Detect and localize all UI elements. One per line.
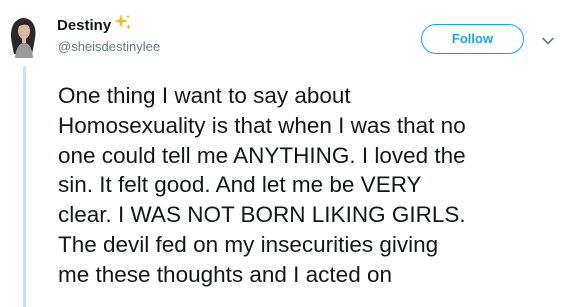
tweet-text: One thing I want to say about Homosexual… [58,81,564,290]
sparkles-icon [113,13,133,39]
tweet-line: sin. It felt good. And let me be VERY [58,172,422,198]
tweet-line: The devil fed on my insecurities giving [58,231,439,257]
author-handle[interactable]: @sheisdestinylee [58,39,160,55]
author-display-name[interactable]: Destiny [57,17,111,34]
author-name[interactable]: Destiny [57,13,133,39]
avatar-photo [4,14,42,58]
avatar[interactable] [4,14,42,58]
tweet-line: Homosexuality is that when I was that no [58,112,466,138]
thread-line [23,66,26,307]
tweet-line: clear. I WAS NOT BORN LIKING GIRLS. [58,202,466,228]
follow-button[interactable]: Follow [421,24,524,54]
tweet-line: One thing I want to say about [58,83,351,108]
tweet-line: one could tell me ANYTHING. I loved the [58,142,466,168]
tweet-line: me these thoughts and I acted on [58,261,392,287]
chevron-down-icon[interactable] [541,33,555,45]
